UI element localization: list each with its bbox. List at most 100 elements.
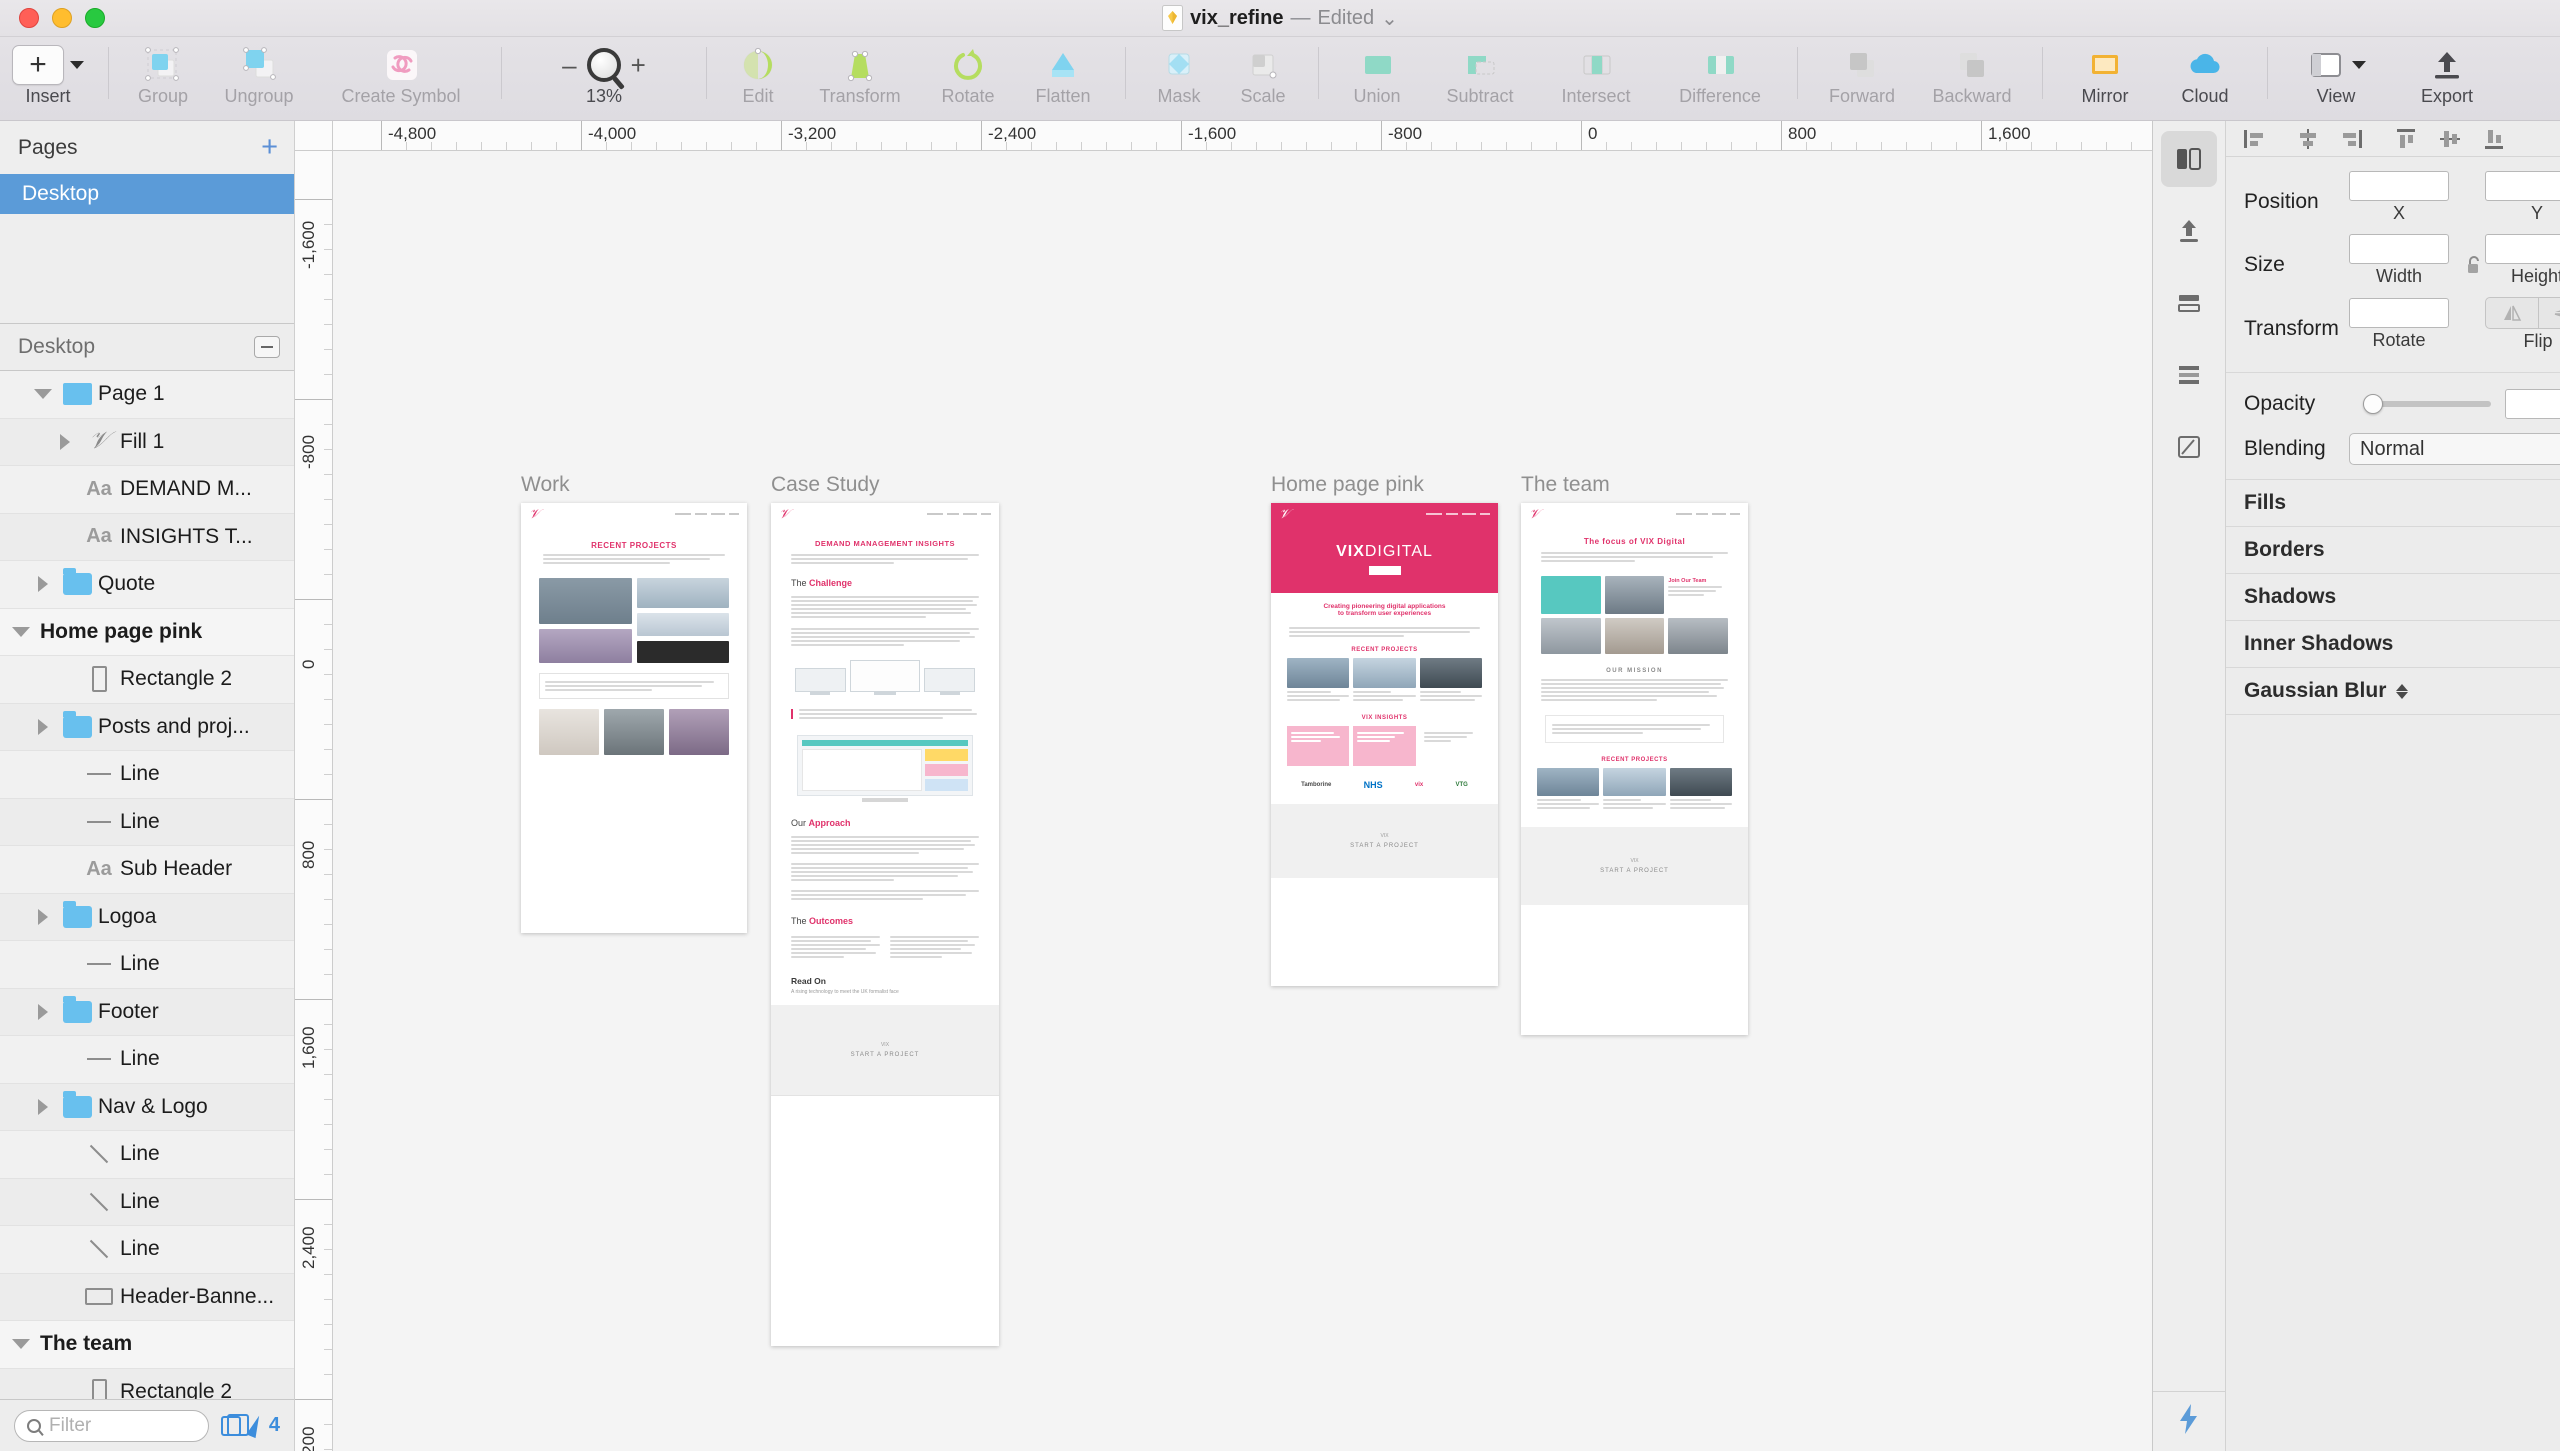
align-center-v-icon[interactable] — [2428, 124, 2472, 154]
magnifier-icon[interactable] — [586, 48, 621, 82]
position-y-field[interactable] — [2485, 171, 2560, 201]
artboard-canvas[interactable]: 𝒱 RECENT PROJECTS — [521, 503, 747, 933]
view-chevron-down-icon[interactable] — [2352, 61, 2366, 69]
layer-row[interactable]: Home page pink — [0, 608, 294, 656]
layer-row[interactable]: Posts and proj... — [0, 703, 294, 751]
vertical-ruler[interactable]: -1,600 -800 0 800 1,600 2,400 3,200 — [295, 151, 333, 1451]
chevron-updown-icon[interactable] — [2396, 683, 2409, 699]
union-button[interactable]: Union — [1331, 43, 1423, 107]
layer-row[interactable]: Page 1 — [0, 371, 294, 419]
zoom-in-button[interactable]: + — [631, 52, 646, 78]
align-left-icon[interactable] — [2232, 124, 2276, 154]
intersect-button[interactable]: Intersect — [1537, 43, 1655, 107]
ungroup-button[interactable]: Ungroup — [205, 43, 313, 107]
transform-button[interactable]: Transform — [797, 43, 923, 107]
view-button[interactable]: View — [2280, 43, 2392, 107]
zoom-out-button[interactable]: – — [562, 52, 576, 78]
close-button[interactable] — [19, 8, 39, 28]
layout-panel-icon[interactable] — [2161, 275, 2217, 331]
layer-row[interactable]: Rectangle 2 — [0, 656, 294, 704]
style-section-row[interactable]: Shadows — [2226, 574, 2560, 621]
zoom-button[interactable] — [85, 8, 105, 28]
difference-button[interactable]: Difference — [1655, 43, 1785, 107]
align-right-icon[interactable] — [2330, 124, 2374, 154]
layer-row[interactable]: Line — [0, 1131, 294, 1179]
artboard-canvas[interactable]: 𝒱 DEMAND MANAGEMENT INSIGHTS The Challen… — [771, 503, 999, 1346]
flip-vertical-icon[interactable] — [2538, 298, 2560, 328]
flip-horizontal-icon[interactable] — [2486, 298, 2538, 328]
height-field[interactable] — [2485, 234, 2560, 264]
chevron-right-icon[interactable] — [30, 718, 56, 735]
layer-row[interactable]: Line — [0, 941, 294, 989]
style-section-row[interactable]: Borders — [2226, 527, 2560, 574]
zoom-control[interactable]: – + 13% — [514, 43, 694, 107]
alignment-toolbar[interactable] — [2226, 121, 2560, 157]
artboard-label[interactable]: Work — [521, 473, 747, 497]
artboard-the-team[interactable]: The team 𝒱 The focus of VIX Digital Join… — [1521, 473, 1748, 1035]
align-top-icon[interactable] — [2384, 124, 2428, 154]
rotate-field[interactable] — [2349, 298, 2449, 328]
layer-row[interactable]: Line — [0, 1178, 294, 1226]
unlock-icon[interactable] — [2463, 255, 2485, 275]
scale-button[interactable]: Scale — [1220, 43, 1306, 107]
layer-row[interactable]: Line — [0, 798, 294, 846]
artboard-work[interactable]: Work 𝒱 RECENT PROJECTS — [521, 473, 747, 933]
chevron-right-icon[interactable] — [30, 1098, 56, 1115]
layer-row[interactable]: Rectangle 2 — [0, 1368, 294, 1399]
chevron-down-icon[interactable] — [8, 1339, 34, 1350]
layer-row[interactable]: Aa INSIGHTS T... — [0, 513, 294, 561]
page-item-desktop[interactable]: Desktop — [0, 174, 294, 214]
align-bottom-icon[interactable] — [2472, 124, 2516, 154]
minimize-button[interactable] — [52, 8, 72, 28]
layer-row[interactable]: Footer — [0, 988, 294, 1036]
subtract-button[interactable]: Subtract — [1423, 43, 1537, 107]
insert-chevron-down-icon[interactable] — [70, 61, 84, 69]
mask-button[interactable]: Mask — [1138, 43, 1220, 107]
collapse-all-button[interactable] — [254, 336, 280, 358]
chevron-right-icon[interactable] — [30, 576, 56, 593]
position-x-field[interactable] — [2349, 171, 2449, 201]
chevron-right-icon[interactable] — [52, 433, 78, 450]
mirror-button[interactable]: Mirror — [2055, 43, 2155, 107]
style-section-row[interactable]: Inner Shadows — [2226, 621, 2560, 668]
layer-row[interactable]: Header-Banne... — [0, 1273, 294, 1321]
horizontal-ruler[interactable]: -4,800 -4,000 -3,200 -2,400 -1,600 -800 0 800 1,… — [333, 121, 2152, 151]
style-section-row[interactable]: Gaussian Blur — [2226, 668, 2560, 715]
chevron-down-icon[interactable] — [30, 389, 56, 400]
edit-panel-icon[interactable] — [2161, 419, 2217, 475]
cloud-button[interactable]: Cloud — [2155, 43, 2255, 107]
layer-row[interactable]: Aa Sub Header — [0, 846, 294, 894]
width-field[interactable] — [2349, 234, 2449, 264]
align-center-h-icon[interactable] — [2286, 124, 2330, 154]
artboard-label[interactable]: Home page pink — [1271, 473, 1498, 497]
layer-row[interactable]: Quote — [0, 561, 294, 609]
insert-button[interactable]: + Insert — [0, 43, 96, 107]
layer-row[interactable]: Line — [0, 1036, 294, 1084]
forward-button[interactable]: Forward — [1810, 43, 1914, 107]
export-button[interactable]: Export — [2392, 43, 2502, 107]
create-symbol-button[interactable]: Create Symbol — [313, 43, 489, 107]
artboard-canvas[interactable]: 𝒱 The focus of VIX Digital Join Our Team… — [1521, 503, 1748, 1035]
layer-row[interactable]: Line — [0, 1226, 294, 1274]
layer-row[interactable]: 𝒱 Fill 1 — [0, 418, 294, 466]
rotate-button[interactable]: Rotate — [923, 43, 1013, 107]
layer-row[interactable]: Nav & Logo — [0, 1083, 294, 1131]
opacity-field[interactable] — [2505, 389, 2560, 419]
artboard-label[interactable]: The team — [1521, 473, 1748, 497]
artboard-home-page-pink[interactable]: Home page pink 𝒱 VIXDIGITAL Creating pio… — [1271, 473, 1498, 986]
layer-row[interactable]: Aa DEMAND M... — [0, 466, 294, 514]
layer-row[interactable]: Line — [0, 751, 294, 799]
style-section-row[interactable]: Fills — [2226, 480, 2560, 527]
chevron-right-icon[interactable] — [30, 1003, 56, 1020]
edit-button[interactable]: Edit — [719, 43, 797, 107]
duplicate-icon[interactable] — [220, 1413, 249, 1436]
title-chevron-down-icon[interactable]: ⌄ — [1381, 6, 1398, 31]
chevron-right-icon[interactable] — [30, 908, 56, 925]
canvas[interactable]: Work 𝒱 RECENT PROJECTS Case Study 𝒱 DEMA… — [333, 151, 2152, 1451]
grid-panel-icon[interactable] — [2161, 347, 2217, 403]
filter-input[interactable]: Filter — [14, 1409, 209, 1442]
backward-button[interactable]: Backward — [1914, 43, 2030, 107]
layer-row[interactable]: The team — [0, 1321, 294, 1369]
bolt-icon[interactable] — [2176, 1403, 2202, 1440]
opacity-slider[interactable] — [2363, 394, 2491, 414]
